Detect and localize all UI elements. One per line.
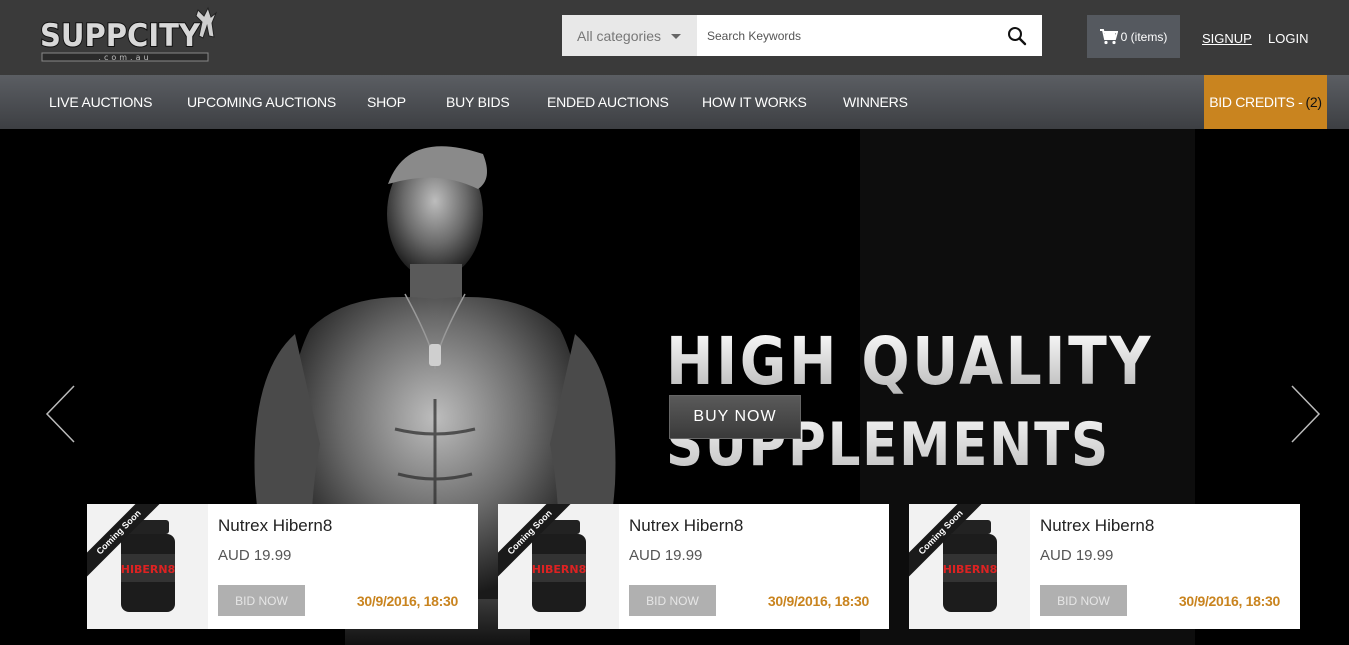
svg-text:HIBERN8: HIBERN8 xyxy=(943,563,998,576)
signup-link[interactable]: SIGNUP xyxy=(1202,31,1252,46)
search-button[interactable] xyxy=(992,15,1042,56)
nav-upcoming-auctions[interactable]: UPCOMING AUCTIONS xyxy=(187,94,336,110)
nav-shop[interactable]: SHOP xyxy=(367,94,406,110)
product-card[interactable]: HIBERN8 Coming Soon Nutrex Hibern8 AUD 1… xyxy=(909,504,1300,629)
buy-now-button[interactable]: BUY NOW xyxy=(669,395,801,439)
product-price: AUD 19.99 xyxy=(629,547,703,564)
bid-credits-count: (2) xyxy=(1305,94,1323,110)
product-card[interactable]: HIBERN8 Coming Soon Nutrex Hibern8 AUD 1… xyxy=(498,504,889,629)
search-bar: All categories xyxy=(562,15,1042,56)
bid-now-button[interactable]: BID NOW xyxy=(1040,585,1127,616)
search-input[interactable] xyxy=(697,15,992,56)
product-card[interactable]: HIBERN8 Coming Soon Nutrex Hibern8 AUD 1… xyxy=(87,504,478,629)
product-name: Nutrex Hibern8 xyxy=(1040,516,1155,535)
bid-now-button[interactable]: BID NOW xyxy=(629,585,716,616)
slider-prev-button[interactable] xyxy=(44,384,78,444)
auction-start-date: 30/9/2016, 18:30 xyxy=(767,593,869,609)
chevron-right-icon xyxy=(1291,385,1321,443)
category-select[interactable]: All categories xyxy=(562,15,697,56)
bid-credits-label: BID CREDITS - xyxy=(1209,94,1303,110)
site-logo[interactable]: SUPPCITY .com.au xyxy=(38,4,218,70)
product-price: AUD 19.99 xyxy=(218,547,292,564)
svg-text:HIBERN8: HIBERN8 xyxy=(532,563,587,576)
nav-winners[interactable]: WINNERS xyxy=(843,94,908,110)
nav-how-it-works[interactable]: HOW IT WORKS xyxy=(702,94,807,110)
search-icon xyxy=(1008,26,1027,45)
svg-text:.com.au: .com.au xyxy=(98,53,151,62)
product-name: Nutrex Hibern8 xyxy=(218,516,333,535)
slider-next-button[interactable] xyxy=(1288,384,1322,444)
svg-text:SUPPCITY: SUPPCITY xyxy=(40,18,201,54)
nav-live-auctions[interactable]: LIVE AUCTIONS xyxy=(49,94,152,110)
cart-count: 0 (items) xyxy=(1120,29,1168,44)
auction-start-date: 30/9/2016, 18:30 xyxy=(356,593,458,609)
bid-credits-button[interactable]: BID CREDITS - (2) xyxy=(1204,75,1327,129)
auction-start-date: 30/9/2016, 18:30 xyxy=(1178,593,1280,609)
product-image: HIBERN8 Coming Soon xyxy=(909,504,1030,629)
main-nav: LIVE AUCTIONS UPCOMING AUCTIONS SHOP BUY… xyxy=(0,75,1349,129)
chevron-left-icon xyxy=(45,385,75,443)
product-image: HIBERN8 Coming Soon xyxy=(87,504,208,629)
svg-text:HIBERN8: HIBERN8 xyxy=(121,563,176,576)
nav-buy-bids[interactable]: BUY BIDS xyxy=(446,94,510,110)
hero-headline-line1: HIGH QUALITY xyxy=(666,323,1154,400)
product-image: HIBERN8 Coming Soon xyxy=(498,504,619,629)
nav-ended-auctions[interactable]: ENDED AUCTIONS xyxy=(547,94,669,110)
category-select-label: All categories xyxy=(577,27,662,44)
logo-image: SUPPCITY .com.au xyxy=(39,6,218,62)
product-name: Nutrex Hibern8 xyxy=(629,516,744,535)
cart-button[interactable]: 0 (items) xyxy=(1087,15,1180,58)
top-header: SUPPCITY .com.au All categories 0 (items… xyxy=(0,0,1349,75)
product-price: AUD 19.99 xyxy=(1040,547,1114,564)
bid-now-button[interactable]: BID NOW xyxy=(218,585,305,616)
cart-icon xyxy=(1099,28,1118,44)
login-link[interactable]: LOGIN xyxy=(1268,31,1308,46)
chevron-down-icon xyxy=(671,34,681,39)
